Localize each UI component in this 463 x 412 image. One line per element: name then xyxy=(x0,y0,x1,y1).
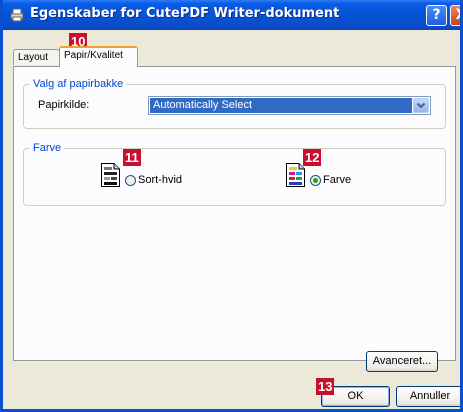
chevron-down-icon xyxy=(416,102,426,109)
paper-tray-legend: Valg af papirbakke xyxy=(30,78,127,90)
properties-dialog: Egenskaber for CutePDF Writer-dokument ?… xyxy=(0,0,463,412)
printer-icon xyxy=(10,8,24,22)
window-title: Egenskaber for CutePDF Writer-dokument xyxy=(30,6,340,21)
color-document-icon xyxy=(286,163,305,187)
bw-radio[interactable] xyxy=(125,175,136,186)
advanced-button[interactable]: Avanceret... xyxy=(366,351,438,372)
cancel-button[interactable]: Annuller xyxy=(396,386,460,407)
color-group: Farve Sort-hvid Farve xyxy=(23,142,446,206)
paper-source-value: Automatically Select xyxy=(150,98,412,113)
dropdown-button[interactable] xyxy=(413,98,429,113)
annotation-badge-13: 13 xyxy=(316,378,335,395)
annotation-badge-12: 12 xyxy=(303,149,322,166)
tab-paper-quality[interactable]: Papir/Kvalitet xyxy=(59,46,138,67)
close-button[interactable]: X xyxy=(450,5,460,26)
color-radio[interactable] xyxy=(310,175,321,186)
tab-layout[interactable]: Layout xyxy=(13,49,60,65)
color-radio-label[interactable]: Farve xyxy=(323,174,351,186)
paper-source-label: Papirkilde: xyxy=(38,99,90,111)
paper-tray-group: Valg af papirbakke Papirkilde: Automatic… xyxy=(23,78,446,129)
annotation-badge-11: 11 xyxy=(123,149,141,166)
color-legend: Farve xyxy=(30,142,65,154)
black-white-document-icon xyxy=(101,163,120,187)
help-button[interactable]: ? xyxy=(426,5,447,26)
bw-radio-label[interactable]: Sort-hvid xyxy=(138,174,182,186)
tab-panel: Valg af papirbakke Papirkilde: Automatic… xyxy=(13,66,456,372)
title-bar[interactable]: Egenskaber for CutePDF Writer-dokument ?… xyxy=(3,0,460,30)
paper-source-select[interactable]: Automatically Select xyxy=(148,96,431,115)
